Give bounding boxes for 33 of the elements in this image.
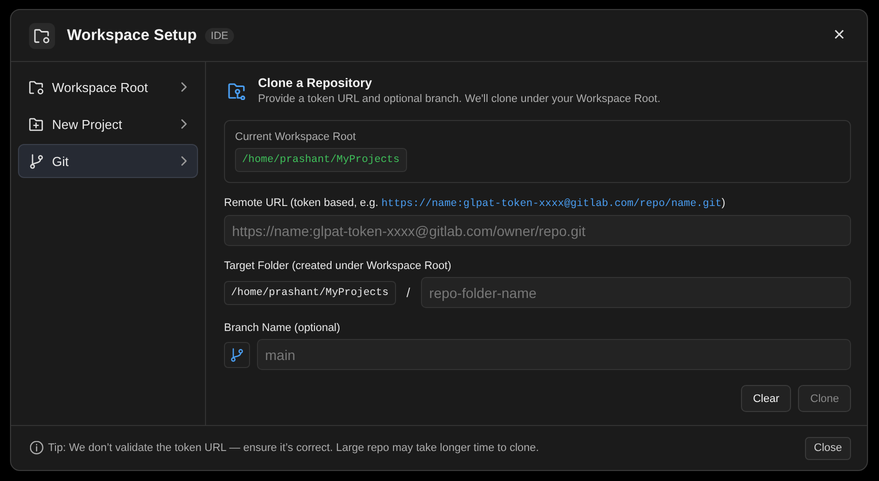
folder-key-icon	[228, 82, 246, 100]
field-label: Branch Name (optional)	[224, 322, 342, 334]
folder-name-field[interactable]: repo-folder-name	[421, 277, 851, 308]
item-label: Git	[52, 154, 69, 168]
folder-plus-icon	[29, 116, 44, 132]
chevron-icon	[181, 119, 187, 129]
branch-icon	[29, 154, 44, 168]
window-title: Workspace Setup	[67, 26, 197, 44]
item-label: Workspace Root	[52, 80, 148, 94]
ide-badge: IDE	[204, 28, 234, 44]
folder-prefix: /home/prashant/MyProjects	[224, 280, 396, 304]
action-button[interactable]: Clear	[740, 385, 792, 412]
path-separator: /	[406, 285, 410, 300]
branch-field[interactable]: main	[257, 339, 851, 370]
close-button[interactable]: Close	[804, 436, 851, 460]
workspace-path: /home/prashant/MyProjects	[235, 148, 407, 172]
sidebar-item[interactable]: Git	[18, 144, 198, 178]
chevron-icon	[181, 156, 187, 166]
sidebar-item[interactable]: New Project	[18, 107, 198, 141]
branch-icon	[230, 348, 244, 362]
folder-gear-icon	[29, 80, 44, 94]
field-label: Target Folder (created under Workspace Root)	[224, 260, 452, 272]
section-subtitle: Provide a token URL and optional branch. We'll clone under your Workspace Root.	[258, 93, 660, 105]
chevron-icon	[181, 82, 187, 92]
tip-text: Tip: We don’t validate the token URL — ensure it’s correct. Large repo may take longer time to clone.	[48, 442, 539, 454]
info-icon	[30, 441, 44, 455]
section-title: Clone a Repository	[258, 76, 373, 90]
folder-gear-icon	[34, 28, 50, 44]
remote-url-field[interactable]: https://name:glpat-token-xxxx@gitlab.com/owner/repo.git	[224, 215, 851, 246]
card-label: Current Workspace Root	[235, 131, 357, 143]
field-label: Remote URL (token based, e.g. https://name:glpat-token-xxxx@gitlab.com/repo/name.git)	[224, 197, 726, 210]
item-label: New Project	[52, 116, 122, 132]
sidebar-item[interactable]: Workspace Root	[18, 70, 198, 104]
